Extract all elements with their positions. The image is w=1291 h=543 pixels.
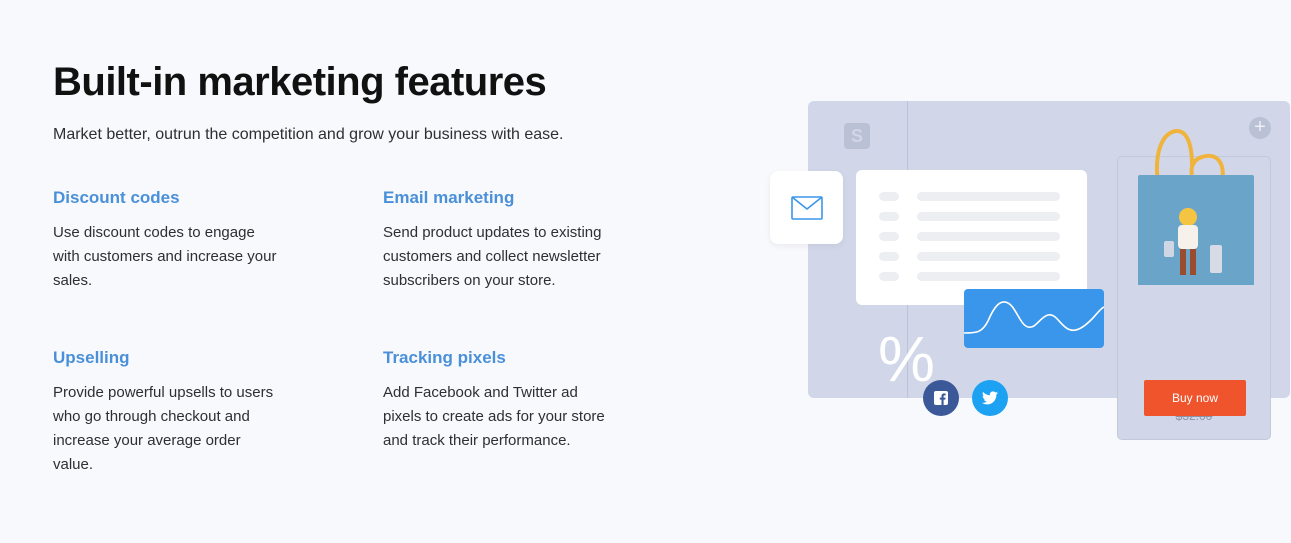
doc-line: [917, 212, 1060, 221]
feature-description: Use discount codes to engage with custom…: [53, 224, 277, 289]
doc-line: [917, 252, 1060, 261]
doc-line: [879, 212, 899, 221]
twitter-button[interactable]: [972, 380, 1008, 416]
facebook-button[interactable]: [923, 380, 959, 416]
newsletter-document: [856, 170, 1087, 305]
page-title: Built-in marketing features: [53, 60, 547, 104]
doc-line: [917, 192, 1060, 201]
email-card: [770, 171, 843, 244]
tote-bag-image: [1138, 129, 1254, 285]
feature-title: Tracking pixels: [383, 348, 506, 367]
feature-title: Upselling: [53, 348, 130, 367]
feature-discount-codes: Discount codes Use discount codes to eng…: [53, 187, 283, 293]
facebook-icon: [934, 391, 948, 405]
wave-line-icon: [963, 301, 1105, 334]
percent-icon: %: [878, 323, 935, 395]
feature-upselling: Upselling Provide powerful upsells to us…: [53, 347, 283, 477]
feature-description: Add Facebook and Twitter ad pixels to cr…: [383, 384, 605, 449]
doc-line: [879, 192, 899, 201]
page-subtitle: Market better, outrun the competition an…: [53, 126, 564, 143]
doc-line: [917, 232, 1060, 241]
feature-email-marketing: Email marketing Send product updates to …: [383, 187, 613, 293]
doc-line: [879, 252, 899, 261]
doc-line: [879, 232, 899, 241]
twitter-icon: [982, 391, 998, 405]
doc-line: [917, 272, 1060, 281]
analytics-wave-card: [963, 289, 1105, 348]
feature-title: Discount codes: [53, 188, 180, 207]
envelope-icon: [790, 195, 823, 220]
feature-tracking-pixels: Tracking pixels Add Facebook and Twitter…: [383, 347, 613, 453]
buy-now-button[interactable]: Buy now: [1144, 380, 1246, 416]
doc-line: [879, 272, 899, 281]
feature-title: Email marketing: [383, 188, 515, 207]
feature-description: Provide powerful upsells to users who go…: [53, 384, 274, 473]
marketing-illustration: S + % $32.00 Buy now: [760, 95, 1291, 455]
store-logo-icon: S: [844, 123, 870, 149]
feature-description: Send product updates to existing custome…: [383, 224, 602, 289]
